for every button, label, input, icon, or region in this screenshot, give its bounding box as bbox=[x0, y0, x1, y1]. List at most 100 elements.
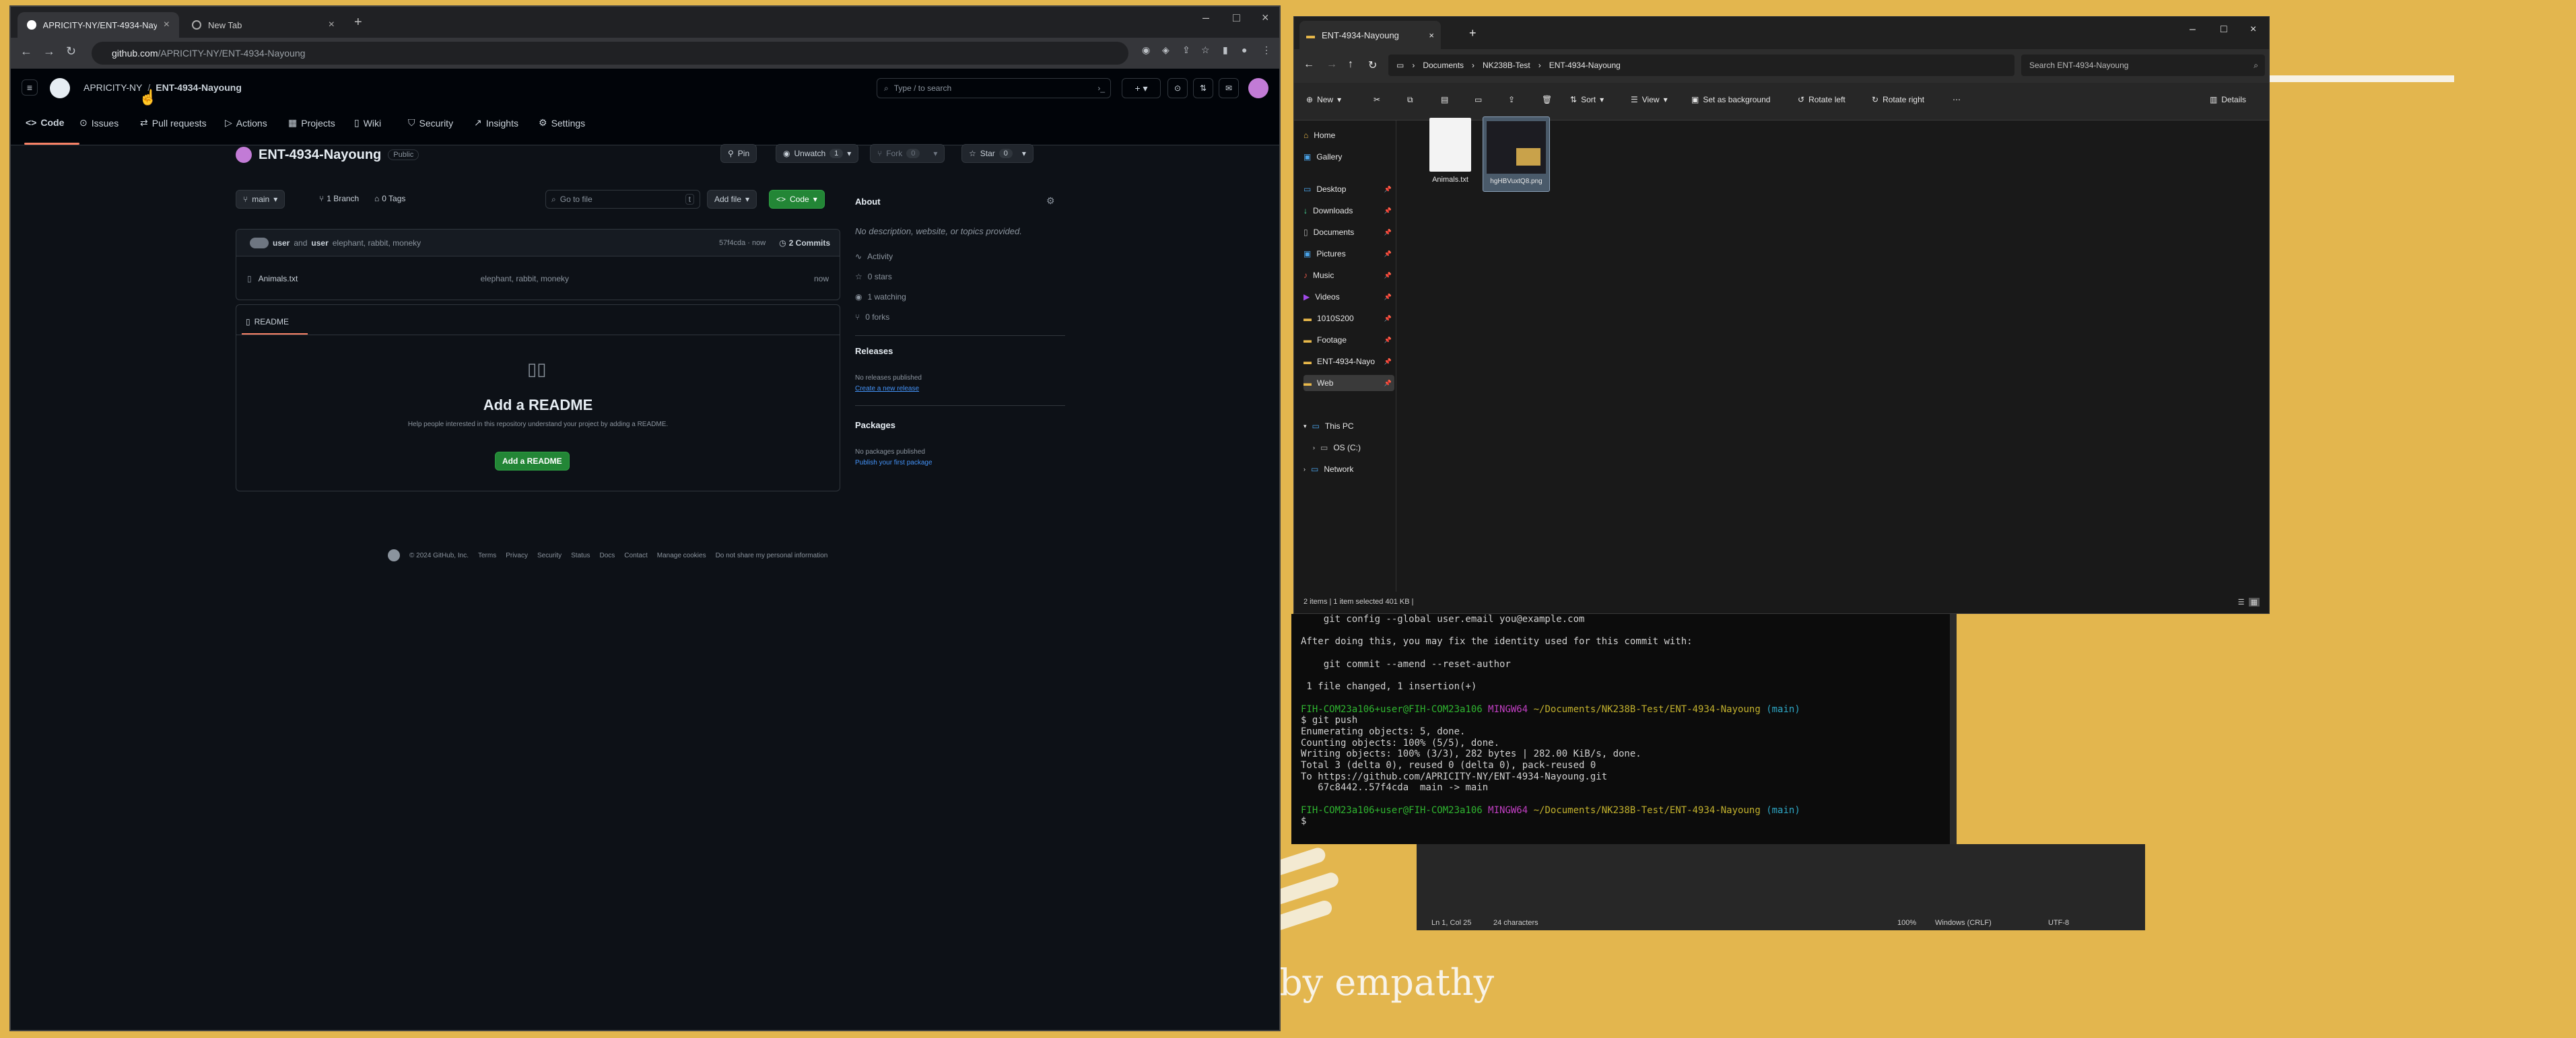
explorer-search-input[interactable]: Search ENT-4934-Nayoung ⌕ bbox=[2021, 55, 2265, 76]
minimize-icon[interactable]: – bbox=[2190, 24, 2196, 36]
new-button[interactable]: ⊕ New ▾ bbox=[1306, 95, 1341, 104]
breadcrumb-item[interactable]: ENT-4934-Nayoung bbox=[1549, 61, 1621, 70]
star-button[interactable]: ☆ Star 0 ▾ bbox=[961, 144, 1033, 163]
tab-settings[interactable]: ⚙ Settings bbox=[539, 117, 585, 129]
branches-link[interactable]: ⑂ 1 Branch bbox=[319, 194, 359, 203]
maximize-icon[interactable]: □ bbox=[1233, 11, 1240, 25]
breadcrumb-repo-link[interactable]: ENT-4934-Nayoung bbox=[156, 82, 242, 93]
footer-link[interactable]: Security bbox=[537, 552, 562, 559]
back-arrow-icon[interactable]: ← bbox=[20, 44, 32, 59]
publish-package-link[interactable]: Publish your first package bbox=[855, 459, 933, 466]
bookmark-star-icon[interactable]: ☆ bbox=[1201, 44, 1210, 56]
details-view-icon[interactable]: ☰ bbox=[2238, 598, 2245, 607]
commit-author[interactable]: user bbox=[273, 238, 290, 248]
share-icon[interactable]: ⇪ bbox=[1508, 95, 1515, 104]
tab-projects[interactable]: ▦ Projects bbox=[288, 117, 335, 129]
releases-heading[interactable]: Releases bbox=[855, 346, 893, 356]
sidebar-item-downloads[interactable]: ↓ Downloads 📌 bbox=[1303, 203, 1394, 219]
sidebar-item-web[interactable]: ▬ Web 📌 bbox=[1303, 375, 1394, 391]
command-palette-icon[interactable]: ›_ bbox=[1097, 83, 1105, 93]
paste-icon[interactable]: ▤ bbox=[1441, 95, 1448, 104]
footer-link[interactable]: Manage cookies bbox=[657, 552, 706, 559]
close-window-icon[interactable]: × bbox=[2250, 24, 2256, 36]
forks-link[interactable]: ⑂ 0 forks bbox=[855, 312, 889, 322]
create-release-link[interactable]: Create a new release bbox=[855, 385, 919, 392]
new-tab-plus-icon[interactable]: + bbox=[354, 15, 362, 30]
rotate-left-button[interactable]: ↺ Rotate left bbox=[1798, 95, 1845, 104]
browser-tab-active[interactable]: APRICITY-NY/ENT-4934-Nayoung × bbox=[18, 12, 179, 38]
readme-tab[interactable]: ▯ README bbox=[246, 310, 289, 333]
sidebar-item-network[interactable]: › ▭ Network bbox=[1303, 461, 1394, 477]
share-icon[interactable]: ⇪ bbox=[1182, 44, 1190, 56]
code-button[interactable]: <> Code ▾ bbox=[769, 190, 825, 209]
up-arrow-icon[interactable]: ↑ bbox=[1348, 59, 1353, 71]
sidebar-item-gallery[interactable]: ▣ Gallery bbox=[1303, 149, 1394, 165]
sidebar-item-desktop[interactable]: ▭ Desktop 📌 bbox=[1303, 181, 1394, 197]
footer-link[interactable]: Privacy bbox=[506, 552, 528, 559]
create-new-button[interactable]: + ▾ bbox=[1122, 78, 1161, 98]
add-file-button[interactable]: Add file ▾ bbox=[707, 190, 757, 209]
tiles-view-icon[interactable]: ▦ bbox=[2248, 597, 2260, 607]
search-input[interactable]: ⌕ Type / to search ›_ bbox=[877, 78, 1111, 98]
sidebar-item-pictures[interactable]: ▣ Pictures 📌 bbox=[1303, 246, 1394, 262]
back-arrow-icon[interactable]: ← bbox=[1303, 59, 1314, 71]
commit-message[interactable]: elephant, rabbit, moneky bbox=[333, 238, 421, 248]
more-options-icon[interactable]: ⋯ bbox=[1953, 95, 1961, 104]
hamburger-menu-icon[interactable]: ≡ bbox=[22, 79, 38, 96]
tab-wiki[interactable]: ▯ Wiki bbox=[354, 117, 381, 129]
tab-pull-requests[interactable]: ⇄ Pull requests bbox=[140, 117, 207, 129]
file-item[interactable]: Animals.txt bbox=[1422, 118, 1479, 184]
sidebar-item-this-pc[interactable]: ▾ ▭ This PC bbox=[1303, 418, 1394, 434]
sidebar-item-repo-folder[interactable]: ▬ ENT-4934-Nayo 📌 bbox=[1303, 353, 1394, 370]
sidebar-item-home[interactable]: ⌂ Home bbox=[1303, 127, 1394, 143]
sidepanel-icon[interactable]: ▮ bbox=[1223, 44, 1228, 56]
branch-selector[interactable]: ⑂ main ▾ bbox=[236, 190, 285, 209]
breadcrumb-item[interactable]: Documents bbox=[1423, 61, 1464, 70]
sidebar-item-videos[interactable]: ▶ Videos 📌 bbox=[1303, 289, 1394, 305]
unwatch-button[interactable]: ◉ Unwatch 1 ▾ bbox=[776, 144, 859, 163]
activity-link[interactable]: ∿ Activity bbox=[855, 252, 893, 261]
github-logo-icon[interactable] bbox=[50, 78, 70, 98]
details-button[interactable]: ▥ Details bbox=[2210, 95, 2246, 104]
footer-link[interactable]: Do not share my personal information bbox=[716, 552, 828, 559]
go-to-file-input[interactable]: ⌕ Go to file t bbox=[545, 190, 700, 209]
sidebar-item-footage[interactable]: ▬ Footage 📌 bbox=[1303, 332, 1394, 348]
footer-link[interactable]: Contact bbox=[624, 552, 647, 559]
extension-icon[interactable]: ◈ bbox=[1162, 44, 1170, 56]
tab-issues[interactable]: ⊙ Issues bbox=[79, 117, 118, 129]
sidebar-item-music[interactable]: ♪ Music 📌 bbox=[1303, 267, 1394, 283]
close-window-icon[interactable]: × bbox=[1262, 11, 1269, 25]
pull-requests-icon[interactable]: ⇅ bbox=[1193, 78, 1213, 98]
cut-icon[interactable]: ✂ bbox=[1374, 95, 1380, 104]
sidebar-item-os-drive[interactable]: › ▭ OS (C:) bbox=[1313, 440, 1404, 456]
breadcrumb-owner-link[interactable]: APRICITY-NY bbox=[83, 82, 142, 93]
file-item-selected[interactable]: hgHBVuxtQ8.png bbox=[1483, 116, 1550, 192]
pin-button[interactable]: ⚲ Pin bbox=[720, 144, 757, 163]
new-tab-plus-icon[interactable]: + bbox=[1469, 26, 1477, 40]
stars-link[interactable]: ☆ 0 stars bbox=[855, 272, 892, 281]
footer-link[interactable]: Docs bbox=[599, 552, 615, 559]
tab-insights[interactable]: ↗ Insights bbox=[474, 117, 518, 129]
explorer-tab[interactable]: ▬ ENT-4934-Nayoung × bbox=[1299, 21, 1441, 49]
delete-icon[interactable]: 🗑 bbox=[1542, 95, 1552, 104]
breadcrumb-item[interactable]: NK238B-Test bbox=[1483, 61, 1530, 70]
table-row[interactable]: ▯ Animals.txt elephant, rabbit, moneky n… bbox=[236, 256, 840, 301]
maximize-icon[interactable]: □ bbox=[2221, 24, 2227, 36]
close-tab-icon[interactable]: × bbox=[1429, 30, 1434, 40]
file-name-link[interactable]: Animals.txt bbox=[259, 274, 481, 283]
commits-link[interactable]: ◷ 2 Commits bbox=[779, 238, 830, 248]
commit-author[interactable]: user bbox=[311, 238, 328, 248]
watching-link[interactable]: ◉ 1 watching bbox=[855, 292, 906, 302]
add-readme-button[interactable]: Add a README bbox=[495, 452, 570, 471]
close-tab-icon[interactable]: × bbox=[329, 19, 335, 31]
fork-button[interactable]: ⑂ Fork 0 ▾ bbox=[870, 144, 945, 163]
footer-link[interactable]: Status bbox=[571, 552, 590, 559]
tab-actions[interactable]: ▷ Actions bbox=[225, 117, 267, 129]
forward-arrow-icon[interactable]: → bbox=[43, 44, 55, 59]
close-tab-icon[interactable]: × bbox=[164, 19, 170, 31]
sidebar-item-folder[interactable]: ▬ 1010S200 📌 bbox=[1303, 310, 1394, 326]
rename-icon[interactable]: ▭ bbox=[1475, 95, 1482, 104]
file-commit-message[interactable]: elephant, rabbit, moneky bbox=[481, 274, 804, 283]
minimize-icon[interactable]: – bbox=[1202, 11, 1209, 25]
rotate-right-button[interactable]: ↻ Rotate right bbox=[1872, 95, 1924, 104]
